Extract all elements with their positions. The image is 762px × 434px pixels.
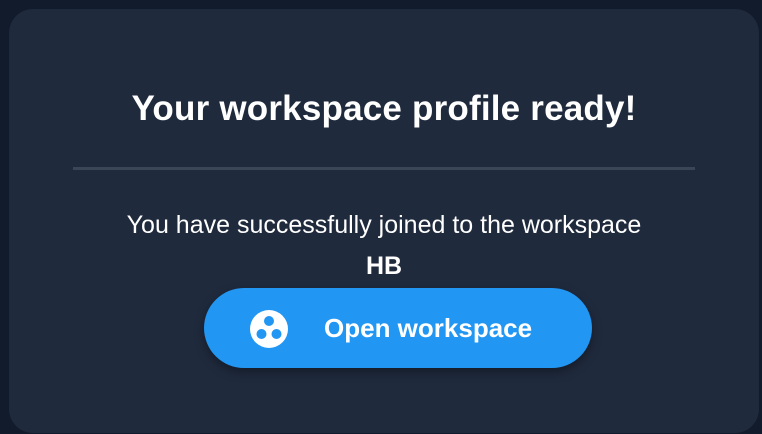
- success-message: You have successfully joined to the work…: [126, 211, 642, 239]
- workspace-name: HB: [365, 252, 403, 280]
- workspace-ready-dialog: Your workspace profile ready! You have s…: [9, 9, 759, 433]
- workspace-icon: [248, 308, 290, 350]
- open-workspace-label: Open workspace: [324, 313, 533, 343]
- open-workspace-button[interactable]: Open workspace: [204, 288, 592, 368]
- divider: [73, 167, 695, 170]
- dialog-title: Your workspace profile ready!: [131, 89, 637, 128]
